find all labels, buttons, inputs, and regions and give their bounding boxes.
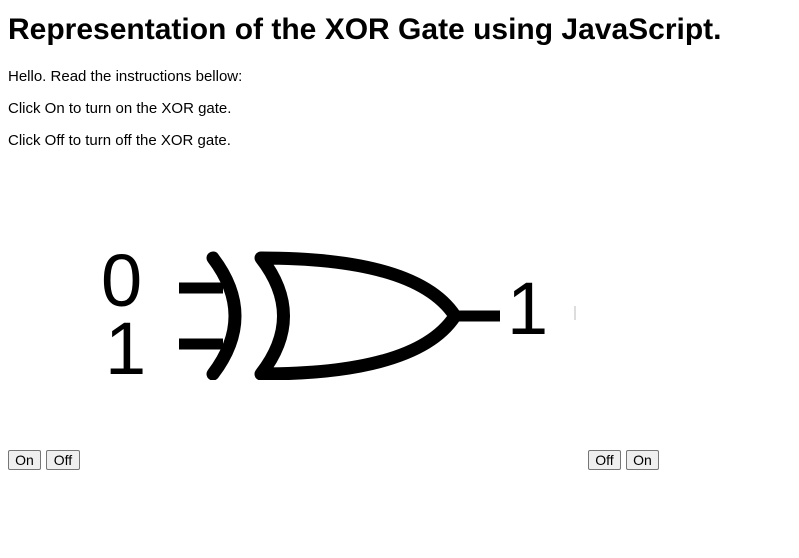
left-on-button[interactable]: On (8, 450, 41, 470)
gate-body (254, 251, 462, 380)
intro-text: Hello. Read the instructions bellow: (8, 68, 243, 85)
xor-gate-diagram: 0 1 1 (95, 246, 580, 380)
instruction-off-text: Click Off to turn off the XOR gate. (8, 132, 231, 149)
page-title: Representation of the XOR Gate using Jav… (8, 13, 722, 46)
xor-gate-svg: 0 1 1 (101, 246, 576, 380)
instruction-on-text: Click On to turn on the XOR gate. (8, 100, 232, 117)
left-off-button[interactable]: Off (46, 450, 80, 470)
right-off-button[interactable]: Off (588, 450, 621, 470)
output-label: 1 (507, 267, 548, 350)
input-b-label: 1 (105, 307, 146, 380)
right-on-button[interactable]: On (626, 450, 659, 470)
xor-back-curve (206, 251, 242, 380)
